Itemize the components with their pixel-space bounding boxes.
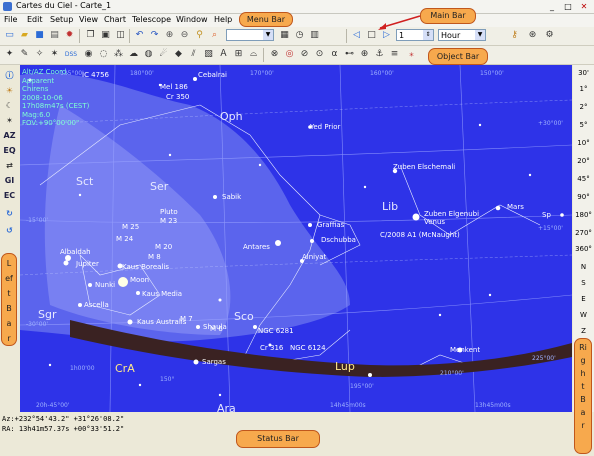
callout-arrows [378,15,421,30]
